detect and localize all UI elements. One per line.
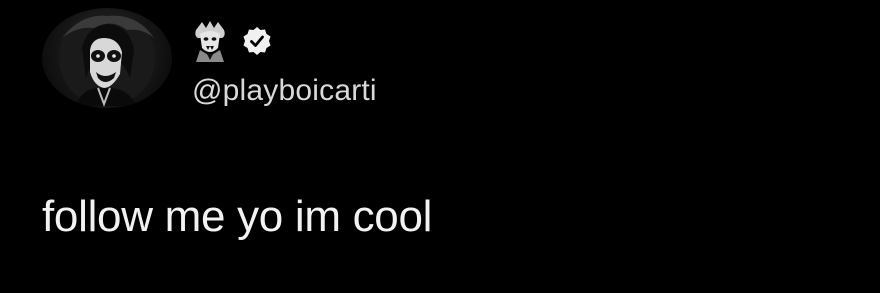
avatar[interactable] [42,8,172,108]
vampire-emoji-icon [195,21,225,62]
vampire-face-avatar-icon [59,10,155,107]
verified-badge-icon [243,27,271,55]
tweet-text: follow me yo im cool [42,192,433,241]
user-handle[interactable]: @playboicarti [192,74,377,108]
display-name[interactable] [192,18,292,64]
tweet-card[interactable]: @playboicarti follow me yo im cool [0,0,880,293]
